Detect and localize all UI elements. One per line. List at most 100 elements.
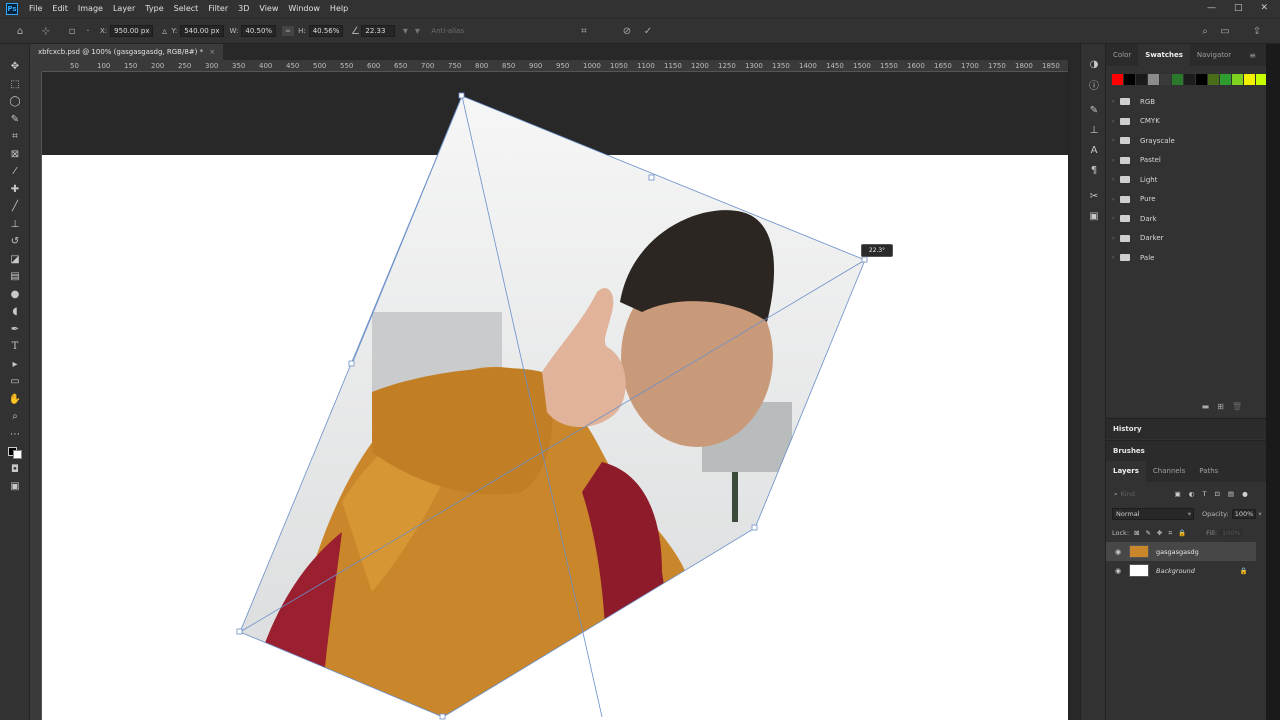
close-icon[interactable]: ✕	[1260, 0, 1268, 16]
tab-channels[interactable]: Channels	[1146, 461, 1192, 482]
commit-transform-icon[interactable]: ✓	[640, 23, 656, 39]
color-swatches-icon[interactable]	[0, 443, 30, 461]
tab-swatches[interactable]: Swatches	[1138, 44, 1190, 66]
menu-edit[interactable]: Edit	[47, 0, 73, 18]
filter-adjust-icon[interactable]: ◐	[1189, 490, 1195, 498]
filter-type-icon[interactable]: T	[1202, 490, 1206, 498]
lasso-tool-icon[interactable]: ◯	[0, 93, 30, 111]
pen-tool-icon[interactable]: ✒	[0, 321, 30, 339]
layer-row[interactable]: ◉ gasgasgasdg	[1106, 542, 1256, 561]
height-field[interactable]: H: 40.56%	[298, 24, 344, 38]
color-swatch[interactable]	[1220, 74, 1231, 85]
move-tool-icon[interactable]: ✥	[0, 58, 30, 76]
brush-settings-icon[interactable]: ✎	[1081, 100, 1107, 120]
swatch-group[interactable]: › Darker	[1106, 229, 1256, 249]
search-icon[interactable]: ⌕	[1197, 23, 1213, 39]
filter-smart-icon[interactable]: ▤	[1228, 490, 1234, 498]
tab-layers[interactable]: Layers	[1106, 461, 1146, 482]
color-swatch[interactable]	[1112, 74, 1123, 85]
history-brush-tool-icon[interactable]: ↺	[0, 233, 30, 251]
crop-tool-icon[interactable]: ⌗	[0, 128, 30, 146]
hand-tool-icon[interactable]: ✋	[0, 391, 30, 409]
delete-swatch-icon[interactable]: 🗑	[1232, 402, 1242, 416]
swatch-group[interactable]: › Pastel	[1106, 151, 1256, 171]
warp-icon[interactable]: ⌗	[576, 23, 592, 39]
blend-mode-select[interactable]: Normal ▾	[1112, 508, 1194, 520]
swatch-group[interactable]: › Grayscale	[1106, 131, 1256, 151]
menu-layer[interactable]: Layer	[108, 0, 140, 18]
menu-window[interactable]: Window	[283, 0, 325, 18]
cancel-transform-icon[interactable]: ⊘	[619, 23, 635, 39]
lock-artboard-icon[interactable]: ⌗	[1168, 529, 1172, 538]
tab-brushes[interactable]: Brushes	[1106, 440, 1266, 461]
screen-mode-icon[interactable]: ▣	[0, 478, 30, 496]
dodge-tool-icon[interactable]: ◖	[0, 303, 30, 321]
filter-shape-icon[interactable]: ⊡	[1214, 490, 1219, 498]
transformed-layer-image[interactable]	[42, 72, 1068, 720]
panel-menu-icon[interactable]: ≡	[1249, 51, 1256, 60]
color-swatch[interactable]	[1124, 74, 1135, 85]
info-panel-icon[interactable]: ⓘ	[1081, 74, 1107, 94]
tab-paths[interactable]: Paths	[1192, 461, 1225, 482]
marquee-tool-icon[interactable]: ⬚	[0, 76, 30, 94]
tab-color[interactable]: Color	[1106, 44, 1138, 66]
eyedropper-tool-icon[interactable]: ⁄	[0, 163, 30, 181]
more-tools-icon[interactable]: ⋯	[0, 426, 30, 444]
lock-paint-icon[interactable]: ✎	[1145, 529, 1150, 537]
tab-history[interactable]: History	[1106, 418, 1266, 439]
eraser-tool-icon[interactable]: ◪	[0, 251, 30, 269]
quick-mask-icon[interactable]: ◘	[0, 461, 30, 479]
brush-tool-icon[interactable]: ╱	[0, 198, 30, 216]
home-icon[interactable]: ⌂	[12, 23, 28, 39]
vertical-scrollbar[interactable]	[1068, 60, 1080, 720]
workspace-icon[interactable]: ▭	[1217, 23, 1233, 39]
menu-select[interactable]: Select	[169, 0, 204, 18]
swatch-group[interactable]: › Pure	[1106, 190, 1256, 210]
link-icon[interactable]: ∞	[282, 26, 295, 36]
reference-toggle-icon[interactable]: ·	[80, 23, 96, 39]
swatch-group[interactable]: › RGB	[1106, 92, 1256, 112]
layer-filter-input[interactable]: Kind	[1121, 490, 1161, 498]
paragraph-panel-icon[interactable]: ¶	[1081, 160, 1107, 180]
opacity-field[interactable]: 100%	[1231, 509, 1257, 519]
delta-icon[interactable]: ▵	[159, 23, 169, 39]
interpolation-icon[interactable]: ▾	[409, 23, 425, 39]
maximize-icon[interactable]: □	[1234, 0, 1243, 16]
color-swatch[interactable]	[1208, 74, 1219, 85]
path-select-tool-icon[interactable]: ▸	[0, 356, 30, 374]
gradient-tool-icon[interactable]: ▤	[0, 268, 30, 286]
menu-type[interactable]: Type	[140, 0, 168, 18]
swatch-group[interactable]: › Light	[1106, 170, 1256, 190]
new-swatch-icon[interactable]: ⊞	[1217, 402, 1224, 416]
fill-field[interactable]: 100%	[1220, 529, 1243, 537]
blur-tool-icon[interactable]: ●	[0, 286, 30, 304]
zoom-tool-icon[interactable]: ⌕	[0, 408, 30, 426]
minimize-icon[interactable]: —	[1207, 0, 1216, 16]
new-group-icon[interactable]: ▬	[1202, 402, 1210, 416]
chevron-down-icon[interactable]: ▾	[1258, 510, 1261, 518]
color-swatch[interactable]	[1184, 74, 1195, 85]
skew-icon[interactable]: ▾	[401, 23, 409, 39]
menu-filter[interactable]: Filter	[203, 0, 233, 18]
share-icon[interactable]: ⇪	[1249, 23, 1265, 39]
lock-move-icon[interactable]: ✥	[1157, 529, 1162, 537]
menu-image[interactable]: Image	[73, 0, 108, 18]
canvas-area[interactable]: 22.3°	[42, 72, 1068, 720]
angle-field[interactable]: 22.33	[361, 24, 396, 38]
tool-presets-icon[interactable]: ✂	[1081, 186, 1107, 206]
color-swatch[interactable]	[1136, 74, 1147, 85]
clone-source-icon[interactable]: ⊥	[1081, 120, 1107, 140]
filter-toggle-icon[interactable]: ●	[1242, 490, 1248, 498]
menu-view[interactable]: View	[254, 0, 283, 18]
swatch-group[interactable]: › Pale	[1106, 248, 1256, 268]
color-swatch[interactable]	[1232, 74, 1243, 85]
color-swatch[interactable]	[1196, 74, 1207, 85]
lock-all-icon[interactable]: 🔒	[1178, 529, 1186, 537]
quick-select-tool-icon[interactable]: ✎	[0, 111, 30, 129]
antialias-label[interactable]: Anti-alias	[431, 27, 464, 35]
menu-file[interactable]: File	[24, 0, 47, 18]
tab-navigator[interactable]: Navigator	[1190, 44, 1238, 66]
color-swatch[interactable]	[1172, 74, 1183, 85]
character-panel-icon[interactable]: A	[1081, 140, 1107, 160]
stamp-tool-icon[interactable]: ⊥	[0, 216, 30, 234]
